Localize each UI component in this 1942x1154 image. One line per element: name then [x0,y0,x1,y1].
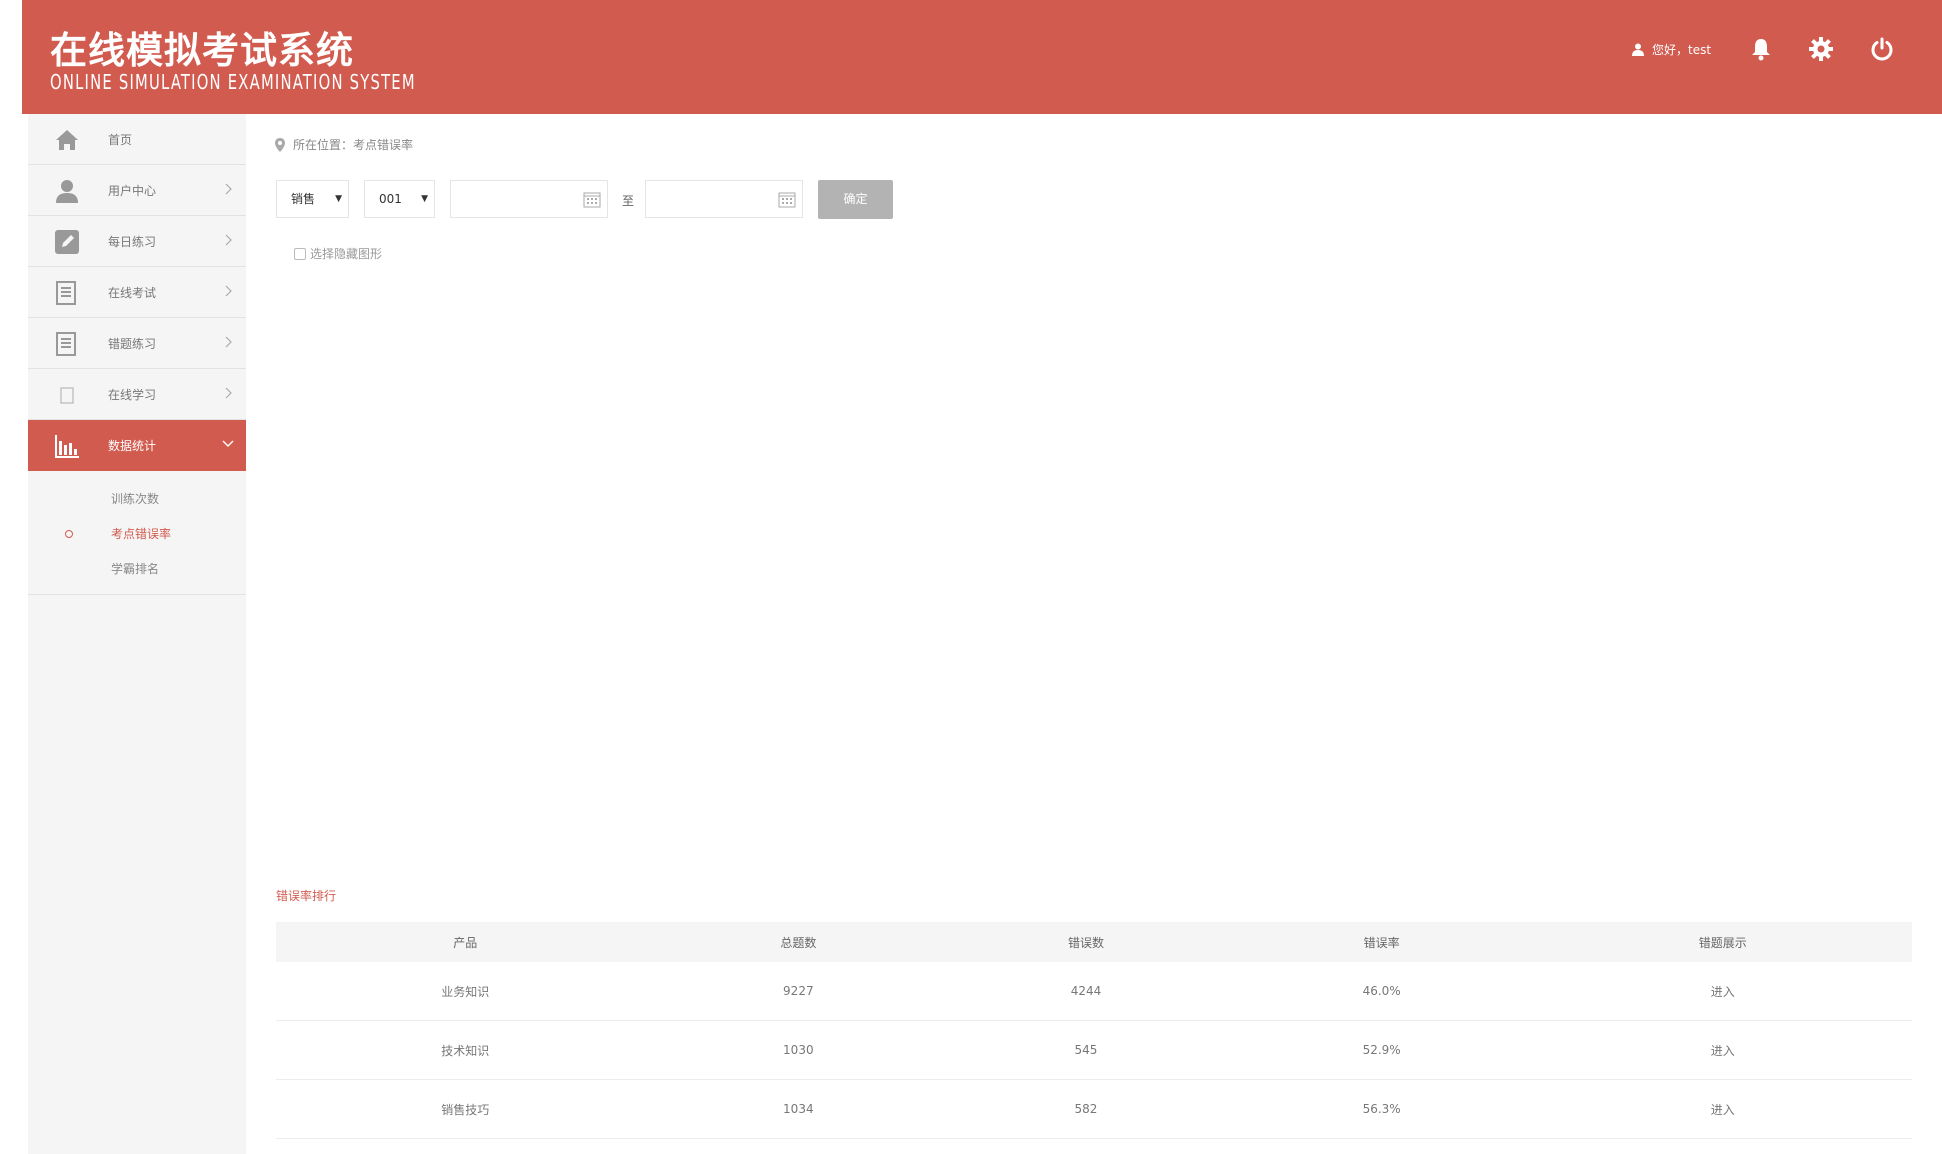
errors-cell: 4244 [942,962,1230,1021]
submenu-item-label: 考点错误率 [111,527,172,541]
calendar-icon[interactable] [778,191,796,208]
table-row: 技术知识 1030 545 52.9% 进入 [276,1020,1912,1080]
document-icon [56,281,76,305]
book-icon [60,387,74,404]
error-rate-cell: 52.9% [1229,1020,1534,1080]
edit-icon [55,230,79,254]
chevron-right-icon [225,183,232,195]
column-header: 错误率 [1229,922,1534,962]
table-row: 业务知识 9227 4244 46.0% 进入 [276,962,1912,1021]
dropdown-arrow-icon: ▼ [421,194,428,204]
greeting-text: 您好，test [1652,43,1712,57]
sidebar-item-label: 首页 [108,132,133,147]
user-greeting[interactable]: 您好，test [1632,41,1711,58]
errors-cell: 545 [942,1020,1230,1080]
table-header-row: 产品 总题数 错误数 错误率 错题展示 [276,922,1912,962]
hide-chart-option[interactable]: 选择隐藏图形 [294,245,382,262]
sidebar-item-label: 在线学习 [108,387,157,402]
submenu-item-error-rate[interactable]: 考点错误率 [28,516,246,551]
app-subtitle: ONLINE SIMULATION EXAMINATION SYSTEM [50,70,416,94]
column-header: 产品 [276,922,655,962]
user-icon [1632,43,1644,56]
column-header: 错误数 [942,922,1230,962]
sidebar: 首页 用户中心 每日练习 在线考试 错题练习 在线学习 数据统计 训练次数 考点 [28,114,246,1154]
confirm-button[interactable]: 确定 [818,180,893,219]
sidebar-item-label: 错题练习 [108,336,157,351]
top-header: 在线模拟考试系统 ONLINE SIMULATION EXAMINATION S… [22,0,1942,114]
breadcrumb-current: 考点错误率 [353,138,414,152]
submenu-item-label: 训练次数 [111,492,160,506]
product-cell: 技术知识 [276,1020,655,1080]
active-dot-icon [65,530,73,538]
hide-chart-checkbox[interactable] [294,247,306,260]
app-title: 在线模拟考试系统 [50,29,354,72]
document-icon [56,332,76,356]
error-rate-cell: 56.3% [1229,1079,1534,1139]
category-select-value: 销售 [291,192,316,206]
enter-link[interactable]: 进入 [1533,962,1912,1021]
sidebar-item-label: 数据统计 [108,439,157,453]
submenu-item-label: 学霸排名 [111,562,160,576]
errors-cell: 582 [942,1079,1230,1139]
sidebar-item-statistics[interactable]: 数据统计 [28,420,246,471]
table-row: 销售技巧 1034 582 56.3% 进入 [276,1079,1912,1139]
sidebar-item-label: 用户中心 [108,183,157,198]
sidebar-item-label: 每日练习 [108,234,157,249]
ranking-table: 产品 总题数 错误数 错误率 错题展示 业务知识 9227 4244 46.0%… [276,922,1912,1139]
chevron-right-icon [225,387,232,399]
sidebar-item-online-study[interactable]: 在线学习 [28,369,246,420]
sidebar-item-user-center[interactable]: 用户中心 [28,165,246,216]
enter-link[interactable]: 进入 [1533,1079,1912,1139]
category-select[interactable]: 销售 ▼ [276,180,349,218]
user-icon [56,180,78,203]
column-header: 错题展示 [1533,922,1912,962]
total-cell: 1030 [654,1020,943,1080]
sidebar-item-wrong-practice[interactable]: 错题练习 [28,318,246,369]
end-date-input[interactable] [645,180,803,218]
breadcrumb-prefix: 所在位置： [293,138,354,152]
power-icon[interactable] [1869,36,1895,62]
column-header: 总题数 [654,922,943,962]
total-cell: 9227 [654,962,943,1021]
sidebar-item-online-exam[interactable]: 在线考试 [28,267,246,318]
sidebar-item-daily-practice[interactable]: 每日练习 [28,216,246,267]
enter-link[interactable]: 进入 [1533,1020,1912,1080]
dropdown-arrow-icon: ▼ [335,194,342,204]
submenu-item-top-ranking[interactable]: 学霸排名 [28,551,246,586]
breadcrumb: 所在位置： 考点错误率 [275,136,413,153]
sidebar-item-home[interactable]: 首页 [28,114,246,165]
hide-chart-label: 选择隐藏图形 [310,247,383,261]
chevron-right-icon [225,336,232,348]
location-pin-icon [275,137,285,152]
product-cell: 销售技巧 [276,1079,655,1139]
home-icon [56,130,78,150]
chevron-down-icon [222,440,234,447]
statistics-submenu: 训练次数 考点错误率 学霸排名 [28,471,246,595]
date-range-separator: 至 [622,194,635,208]
code-select-value: 001 [379,192,402,206]
start-date-input[interactable] [450,180,608,218]
submenu-item-training-count[interactable]: 训练次数 [28,481,246,516]
calendar-icon[interactable] [583,191,601,208]
error-rate-cell: 46.0% [1229,962,1534,1021]
chevron-right-icon [225,285,232,297]
total-cell: 1034 [654,1079,943,1139]
ranking-title: 错误率排行 [276,889,337,903]
gear-icon[interactable] [1808,36,1834,62]
bell-icon[interactable] [1748,36,1774,62]
chevron-right-icon [225,234,232,246]
bar-chart-icon [55,435,79,458]
code-select[interactable]: 001 ▼ [364,180,435,218]
sidebar-item-label: 在线考试 [108,285,157,300]
product-cell: 业务知识 [276,962,655,1021]
